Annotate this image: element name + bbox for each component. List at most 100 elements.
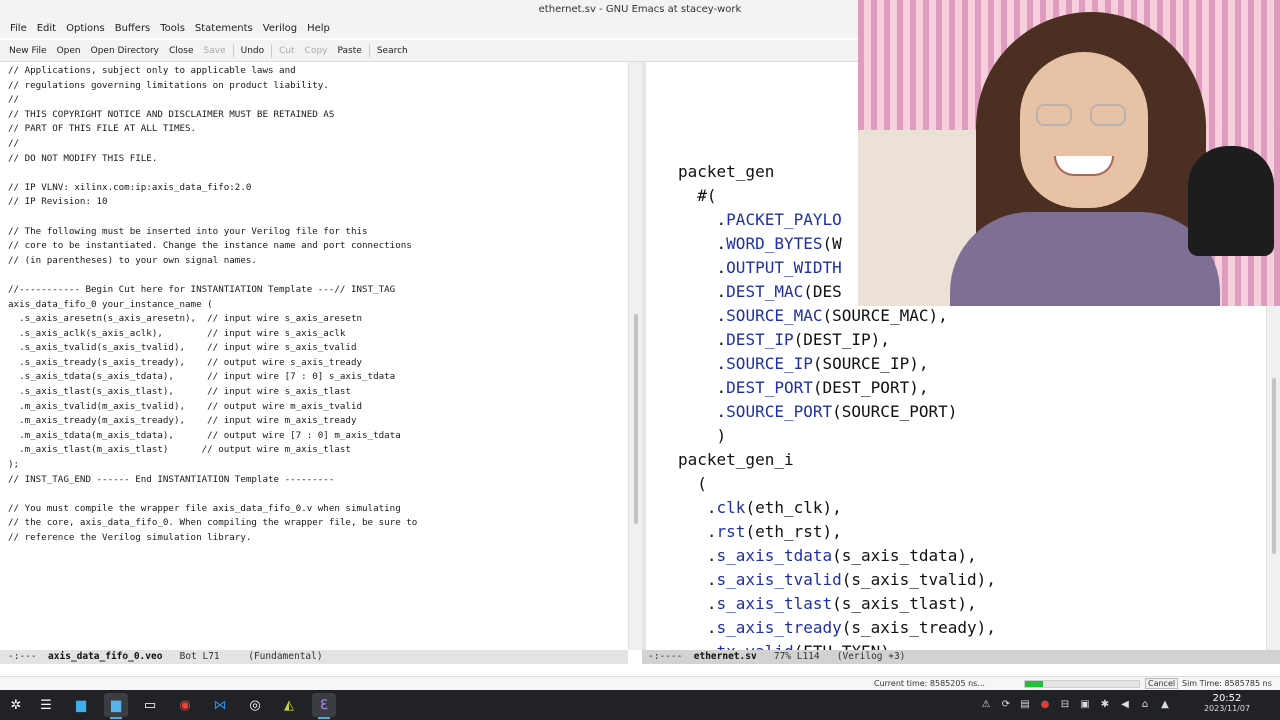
right-code-line: packet_gen_i bbox=[678, 448, 996, 472]
webcam-headset bbox=[1188, 146, 1274, 256]
simulation-progress-fill bbox=[1025, 681, 1044, 687]
copy-button[interactable]: Copy bbox=[300, 40, 333, 62]
menu-edit[interactable]: Edit bbox=[32, 20, 61, 38]
code-text: (s_axis_tdata), bbox=[832, 546, 977, 565]
tray-network-icon[interactable]: ⌂ bbox=[1139, 698, 1151, 712]
tray-notifications-icon[interactable]: ▲ bbox=[1159, 698, 1171, 712]
tray-record-icon[interactable]: ● bbox=[1039, 698, 1051, 712]
code-punct: . bbox=[678, 618, 717, 637]
left-editor-pane[interactable]: // Applications, subject only to applica… bbox=[0, 62, 628, 650]
code-punct: . bbox=[678, 210, 727, 229]
code-punct: . bbox=[678, 306, 727, 325]
tray-volume-icon[interactable]: ◀ bbox=[1119, 698, 1131, 712]
terminal-icon[interactable]: ▭ bbox=[138, 693, 162, 717]
paste-button[interactable]: Paste bbox=[333, 40, 367, 62]
modeline-right[interactable]: -:---- ethernet.sv 77% L114 (Verilog +3) bbox=[642, 650, 1280, 664]
save-button[interactable]: Save bbox=[199, 40, 231, 62]
sim-time-label: Sim Time: 8585785 ns bbox=[1182, 679, 1272, 688]
folder-icon[interactable]: ▆ bbox=[104, 693, 128, 719]
clock-time: 20:52 bbox=[1212, 693, 1242, 704]
window-overview-icon[interactable]: ☰ bbox=[34, 693, 58, 717]
code-keyword: s_axis_tlast bbox=[716, 594, 833, 613]
toolbar-separator bbox=[271, 43, 273, 58]
tray-sync-icon[interactable]: ⟳ bbox=[1000, 698, 1012, 712]
clock[interactable]: 20:52 2023/11/07 bbox=[1192, 694, 1262, 714]
left-code-line: // You must compile the wrapper file axi… bbox=[8, 502, 401, 514]
tray-bluetooth-icon[interactable]: ✱ bbox=[1099, 698, 1111, 712]
tray-clipboard-icon[interactable]: ▤ bbox=[1019, 698, 1031, 712]
code-text: (s_axis_tlast), bbox=[832, 594, 977, 613]
menu-help[interactable]: Help bbox=[302, 20, 335, 38]
toolbar-separator bbox=[368, 43, 370, 58]
left-code-line bbox=[8, 268, 417, 283]
active-indicator bbox=[318, 717, 330, 719]
undo-button[interactable]: Undo bbox=[236, 40, 270, 62]
left-code-line: .m_axis_tready(m_axis_tready), // input … bbox=[8, 415, 357, 427]
tray-disk-icon[interactable]: ⊟ bbox=[1059, 698, 1071, 712]
code-keyword: tx_valid bbox=[717, 642, 794, 650]
left-code-line: // The following must be inserted into y… bbox=[8, 225, 368, 237]
left-code-line: ); bbox=[8, 459, 20, 471]
modeline-left-position: Bot L71 (Fundamental) bbox=[162, 651, 323, 662]
code-text: (s_axis_tvalid), bbox=[841, 570, 996, 589]
code-keyword: DEST_IP bbox=[726, 330, 794, 349]
code-punct bbox=[678, 474, 697, 493]
new-file-button[interactable]: New File bbox=[4, 40, 52, 62]
menu-options[interactable]: Options bbox=[61, 20, 110, 38]
menu-statements[interactable]: Statements bbox=[190, 20, 258, 38]
right-code-line: .SOURCE_MAC(SOURCE_MAC), bbox=[678, 304, 996, 328]
cut-button[interactable]: Cut bbox=[274, 40, 300, 62]
code-text: ( bbox=[697, 474, 707, 493]
chrome-icon[interactable]: ◉ bbox=[173, 693, 197, 717]
menu-verilog[interactable]: Verilog bbox=[258, 20, 302, 38]
menu-tools[interactable]: Tools bbox=[155, 20, 190, 38]
app-launcher-icon[interactable]: ✲ bbox=[4, 693, 28, 717]
menu-buffers[interactable]: Buffers bbox=[110, 20, 156, 38]
left-scrollbar[interactable] bbox=[628, 62, 642, 650]
code-punct: . bbox=[678, 594, 717, 613]
modeline-left-prefix: -:--- bbox=[8, 651, 49, 662]
code-punct: . bbox=[678, 330, 727, 349]
code-keyword: OUTPUT_WIDTH bbox=[726, 258, 842, 277]
left-code-line: .s_axis_aclk(s_axis_aclk), // input wire… bbox=[8, 327, 346, 339]
code-keyword: s_axis_tdata bbox=[716, 546, 833, 565]
webcam-glasses-left bbox=[1036, 104, 1072, 126]
code-text: (W bbox=[822, 234, 842, 253]
code-text: (SOURCE_PORT) bbox=[832, 402, 958, 421]
left-code-line: .m_axis_tlast(m_axis_tlast) // output wi… bbox=[8, 444, 351, 456]
code-keyword: DEST_PORT bbox=[726, 378, 813, 397]
code-punct: . bbox=[678, 378, 727, 397]
code-text: (ETH_TXEN) bbox=[794, 642, 890, 650]
right-code-line: .s_axis_tdata(s_axis_tdata), bbox=[678, 544, 996, 568]
menu-file[interactable]: File bbox=[5, 20, 32, 38]
simulator-status-bar: Current time: 8585205 ns... Cancel Sim T… bbox=[0, 676, 1280, 690]
left-code-line: axis_data_fifo_0 your_instance_name ( bbox=[8, 298, 213, 310]
open-directory-button[interactable]: Open Directory bbox=[86, 40, 164, 62]
tray-display-icon[interactable]: ▣ bbox=[1079, 698, 1091, 712]
search-button[interactable]: Search bbox=[372, 40, 413, 62]
right-code-line: .clk(eth_clk), bbox=[678, 496, 996, 520]
close-button[interactable]: Close bbox=[164, 40, 199, 62]
obs-icon[interactable]: ◎ bbox=[243, 693, 267, 717]
code-keyword: s_axis_tvalid bbox=[716, 570, 842, 589]
code-punct: . bbox=[678, 234, 727, 253]
left-scrollbar-thumb[interactable] bbox=[634, 314, 638, 524]
cancel-button[interactable]: Cancel bbox=[1145, 678, 1179, 689]
emacs-icon[interactable]: ℇ bbox=[312, 693, 336, 719]
modeline-right-buffer[interactable]: ethernet.sv bbox=[694, 651, 757, 662]
code-keyword: PACKET_PAYLO bbox=[726, 210, 842, 229]
code-text: (s_axis_tready), bbox=[841, 618, 996, 637]
simulation-progress-bar bbox=[1024, 680, 1140, 688]
right-scrollbar-thumb[interactable] bbox=[1272, 378, 1276, 554]
left-buffer-text[interactable]: // Applications, subject only to applica… bbox=[8, 64, 417, 546]
code-punct: . bbox=[678, 522, 717, 541]
vscode-icon[interactable]: ⋈ bbox=[208, 693, 232, 717]
vivado-icon[interactable]: ◭ bbox=[277, 693, 301, 717]
modeline-left[interactable]: -:--- axis_data_fifo_0.veo Bot L71 (Fund… bbox=[0, 650, 628, 664]
tray-warning-icon[interactable]: ⚠ bbox=[980, 698, 992, 712]
code-text: (DES bbox=[803, 282, 842, 301]
file-manager-icon[interactable]: ▆ bbox=[69, 693, 93, 717]
modeline-left-buffer[interactable]: axis_data_fifo_0.veo bbox=[48, 651, 162, 662]
open-button[interactable]: Open bbox=[52, 40, 86, 62]
minibuffer[interactable] bbox=[0, 664, 1280, 676]
